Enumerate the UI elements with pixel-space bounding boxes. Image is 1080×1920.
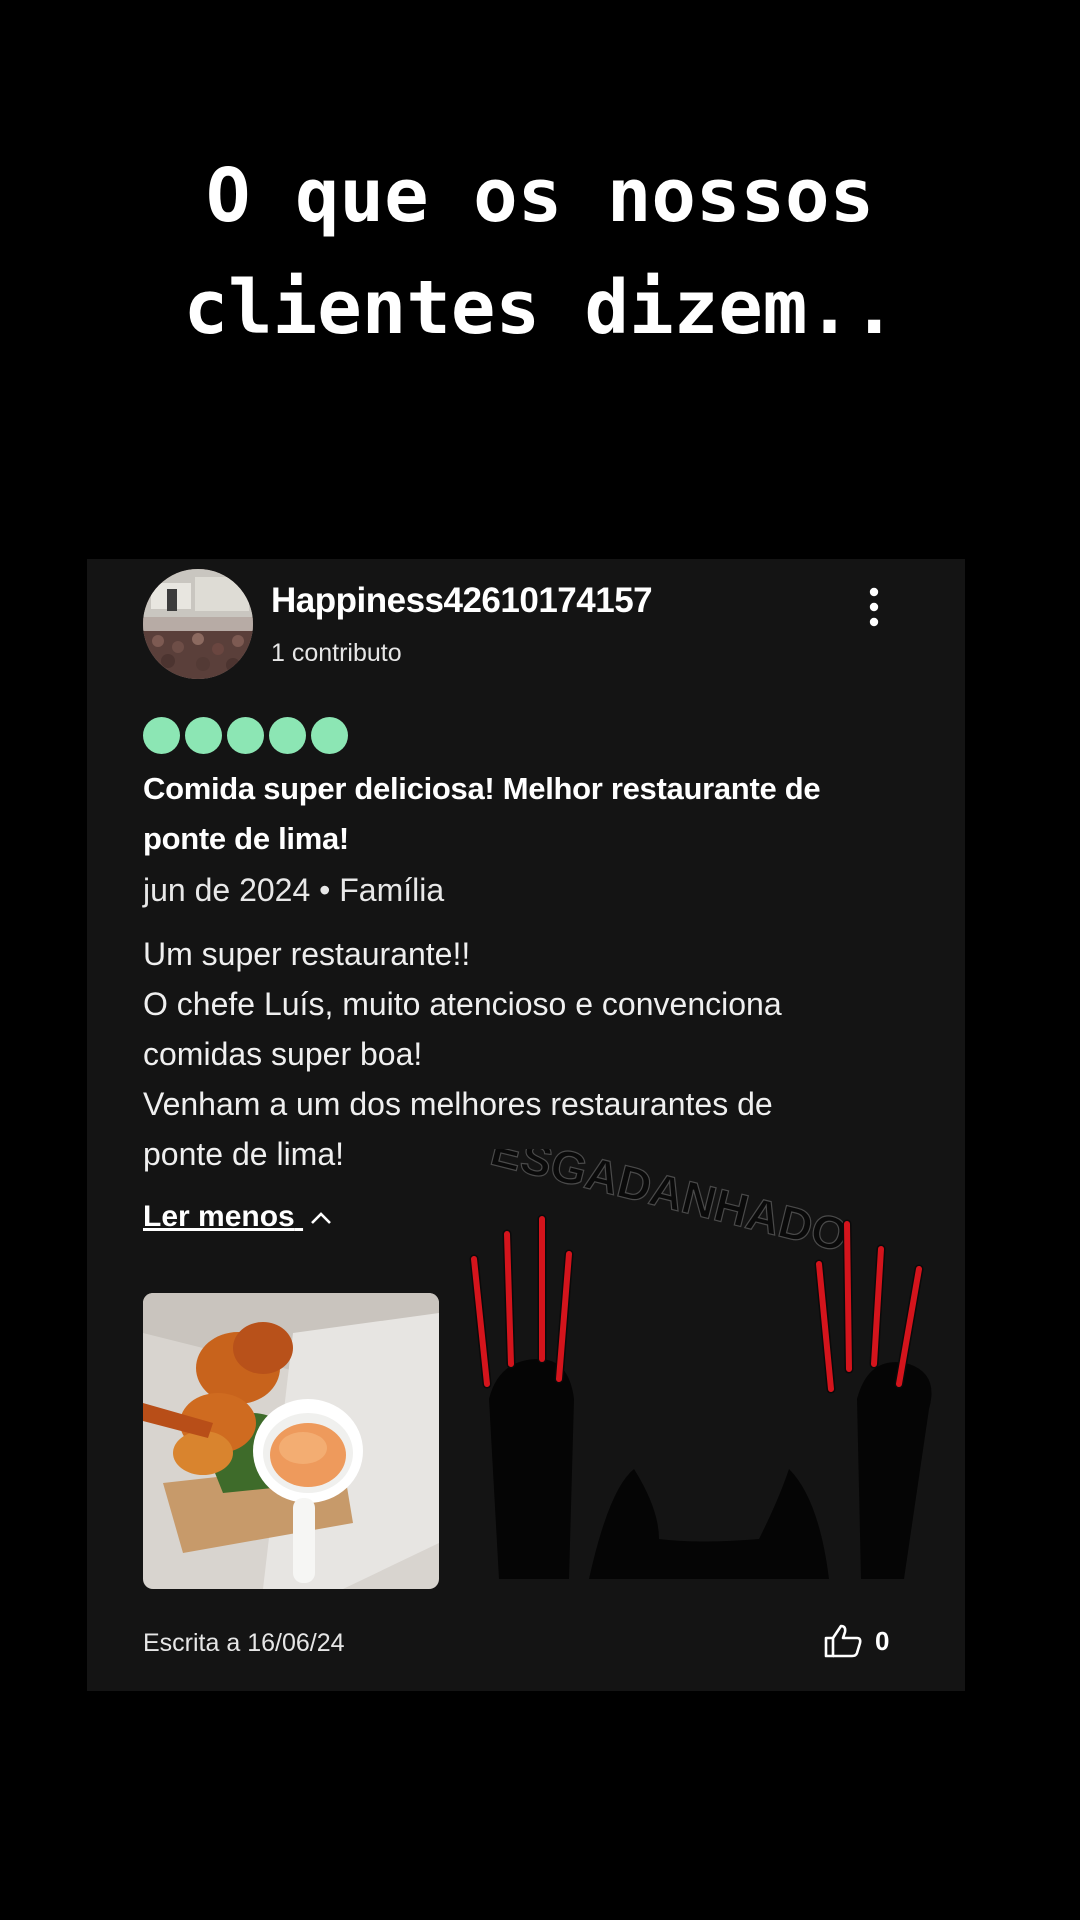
rating-bubble — [227, 717, 264, 754]
read-less-label: Ler menos — [143, 1200, 295, 1233]
rating-bubble — [143, 717, 180, 754]
review-meta: jun de 2024 • Família — [143, 872, 445, 908]
headline: O que os nossos clientes dizem.. — [0, 140, 1080, 364]
review-photo[interactable] — [143, 1293, 439, 1589]
helpful-vote-button[interactable]: 0 — [823, 1623, 889, 1659]
written-date: Escrita a 16/06/24 — [143, 1629, 345, 1657]
more-vertical-icon — [869, 587, 879, 627]
chevron-up-icon — [311, 1212, 331, 1224]
review-body-line: O chefe Luís, muito atencioso e convenci… — [143, 986, 782, 1022]
headline-line-2: clientes dizem.. — [183, 265, 897, 351]
rating-bubble — [311, 717, 348, 754]
review-title: Comida super deliciosa! Melhor restauran… — [143, 771, 821, 856]
contribution-count: 1 contributo — [271, 639, 402, 667]
more-options-button[interactable] — [859, 585, 889, 629]
rating-bubble — [269, 717, 306, 754]
review-body-line: Um super restaurante!! — [143, 936, 471, 972]
review-body: Um super restaurante!! O chefe Luís, mui… — [143, 929, 913, 1179]
review-body-line: comidas super boa! — [143, 1036, 423, 1072]
avatar-photo — [143, 569, 253, 679]
helpful-count: 0 — [875, 1625, 890, 1656]
watermark-logo: ESGADANHADO — [469, 1149, 932, 1579]
rating-bubbles — [143, 717, 348, 754]
food-photo — [143, 1293, 439, 1589]
read-less-link[interactable]: Ler menos — [143, 1200, 333, 1234]
headline-line-1: O que os nossos — [205, 153, 875, 239]
review-body-line: Venham a um dos melhores restaurantes de — [143, 1086, 773, 1122]
rating-bubble — [185, 717, 222, 754]
user-name[interactable]: Happiness42610174157 — [271, 581, 653, 621]
thumbs-up-icon — [824, 1624, 862, 1658]
review-card: Happiness42610174157 1 contributo Comida… — [87, 559, 965, 1691]
avatar[interactable] — [143, 569, 253, 679]
